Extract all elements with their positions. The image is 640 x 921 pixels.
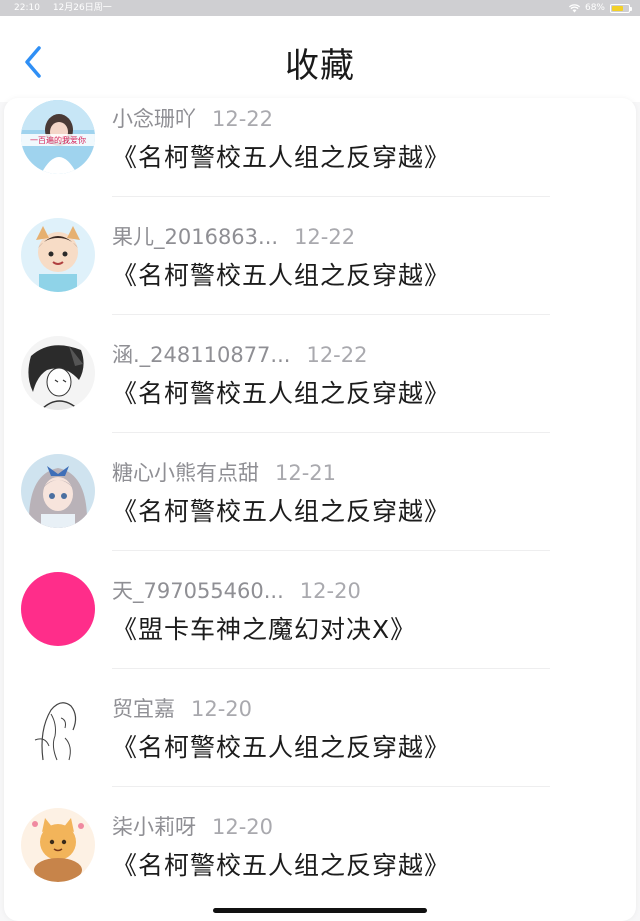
- divider: [112, 432, 550, 433]
- divider: [112, 668, 550, 669]
- user-name: 涵._248110877... 12-22: [112, 339, 367, 369]
- battery-percent: 68%: [584, 3, 605, 13]
- user-name: 小念珊吖 12-22: [112, 103, 273, 133]
- list-item[interactable]: 涵._248110877... 12-22 《名柯警校五人组之反穿越》: [4, 334, 636, 452]
- user-name: 糖心小熊有点甜 12-21: [112, 457, 336, 487]
- item-title: 《名柯警校五人组之反穿越》: [112, 261, 451, 290]
- user-name: 天_797055460... 12-20: [112, 575, 361, 605]
- battery-icon: [610, 3, 632, 13]
- navigation-bar: 收藏: [0, 16, 640, 102]
- favorites-screen: 22:10 12月26日周一 68% 收藏 一百遍的我爱你 小念珊吖 12-22…: [0, 0, 640, 921]
- divider: [112, 786, 550, 787]
- avatar: [21, 808, 95, 882]
- item-title: 《名柯警校五人组之反穿越》: [112, 733, 451, 762]
- wifi-icon: [568, 3, 580, 13]
- user-name-text: 果儿_2016863...: [112, 225, 279, 249]
- user-name: 贸宜嘉 12-20: [112, 693, 252, 723]
- divider: [112, 550, 550, 551]
- item-date: 12-21: [275, 461, 337, 485]
- item-title: 《盟卡车神之魔幻对决X》: [112, 615, 417, 644]
- user-name: 果儿_2016863... 12-22: [112, 221, 355, 251]
- user-name-text: 涵._248110877...: [112, 343, 291, 367]
- item-date: 12-22: [294, 225, 356, 249]
- item-date: 12-20: [212, 815, 274, 839]
- avatar: [21, 336, 95, 410]
- item-title: 《名柯警校五人组之反穿越》: [112, 379, 451, 408]
- item-date: 12-22: [212, 107, 274, 131]
- avatar: 一百遍的我爱你: [21, 100, 95, 174]
- list-item[interactable]: 天_797055460... 12-20 《盟卡车神之魔幻对决X》: [4, 570, 636, 688]
- avatar: [21, 572, 95, 646]
- item-title: 《名柯警校五人组之反穿越》: [112, 497, 451, 526]
- avatar: [21, 218, 95, 292]
- divider: [112, 314, 550, 315]
- item-date: 12-22: [306, 343, 368, 367]
- home-indicator[interactable]: [213, 908, 427, 913]
- item-date: 12-20: [191, 697, 253, 721]
- list-item[interactable]: 柒小莉呀 12-20 《名柯警校五人组之反穿越》: [4, 806, 636, 921]
- user-name-text: 小念珊吖: [112, 107, 196, 131]
- user-name-text: 贸宜嘉: [112, 697, 175, 721]
- user-name-text: 糖心小熊有点甜: [112, 461, 259, 485]
- item-title: 《名柯警校五人组之反穿越》: [112, 851, 451, 880]
- user-name: 柒小莉呀 12-20: [112, 811, 273, 841]
- avatar: [21, 690, 95, 764]
- page-title: 收藏: [285, 46, 355, 86]
- favorites-list: 一百遍的我爱你 小念珊吖 12-22 《名柯警校五人组之反穿越》 果儿_2016…: [4, 98, 636, 921]
- item-title: 《名柯警校五人组之反穿越》: [112, 143, 451, 172]
- battery-fill: [612, 5, 623, 11]
- avatar-banner-text: 一百遍的我爱你: [30, 135, 86, 145]
- list-item[interactable]: 一百遍的我爱你 小念珊吖 12-22 《名柯警校五人组之反穿越》: [4, 98, 636, 216]
- user-name-text: 柒小莉呀: [112, 815, 196, 839]
- status-bar: 22:10 12月26日周一 68%: [0, 0, 640, 16]
- divider: [112, 196, 550, 197]
- list-item[interactable]: 贸宜嘉 12-20 《名柯警校五人组之反穿越》: [4, 688, 636, 806]
- list-item[interactable]: 糖心小熊有点甜 12-21 《名柯警校五人组之反穿越》: [4, 452, 636, 570]
- user-name-text: 天_797055460...: [112, 579, 284, 603]
- status-time: 22:10: [14, 3, 40, 13]
- status-date: 12月26日周一: [52, 3, 112, 13]
- list-item[interactable]: 果儿_2016863... 12-22 《名柯警校五人组之反穿越》: [4, 216, 636, 334]
- avatar: [21, 454, 95, 528]
- item-date: 12-20: [299, 579, 361, 603]
